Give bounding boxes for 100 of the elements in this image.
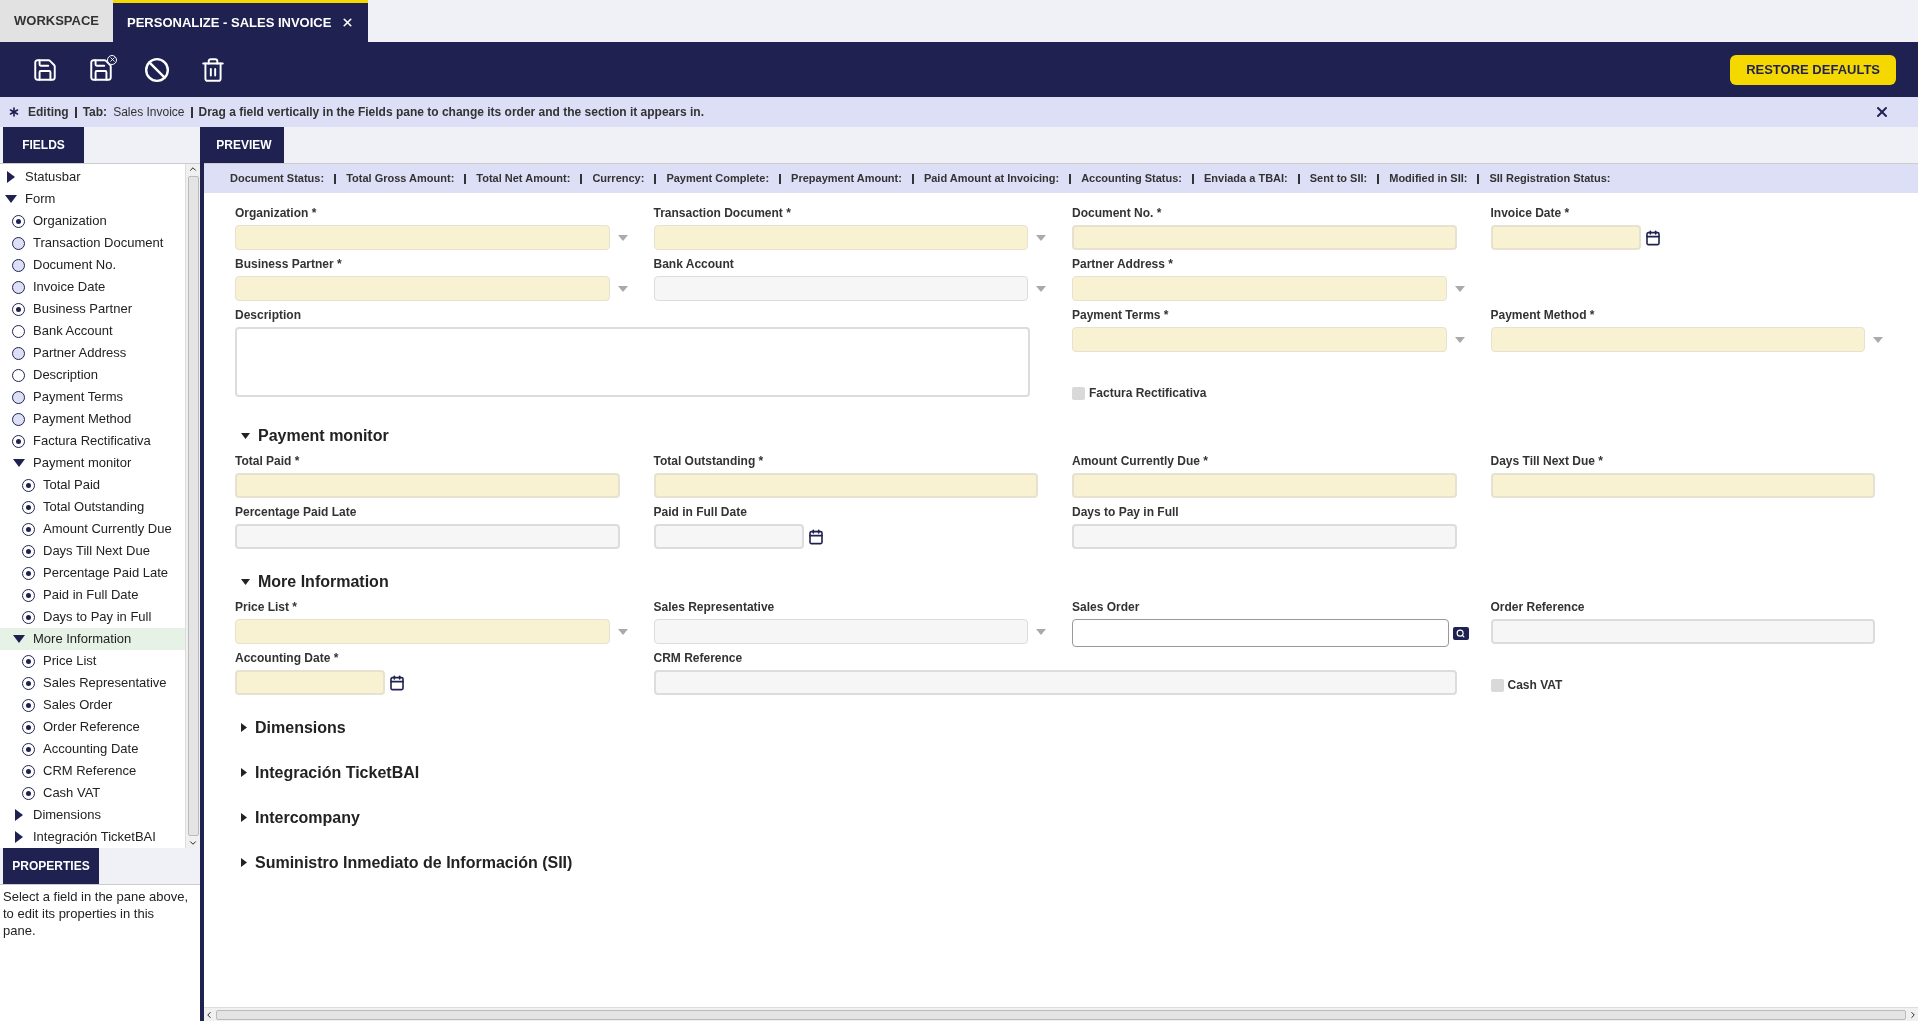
text-field[interactable] [653,473,1038,498]
horizontal-scrollbar[interactable] [204,1007,1918,1021]
tree-item[interactable]: Paid in Full Date [0,584,185,606]
caret-right-icon[interactable] [241,768,247,777]
tree-item[interactable]: Bank Account [0,320,185,342]
dropdown-arrow-icon[interactable] [617,234,628,241]
caret-right-icon[interactable] [6,171,15,183]
caret-down-icon[interactable] [241,432,250,439]
combo-field[interactable] [653,276,1028,301]
dropdown-arrow-icon[interactable] [1873,336,1883,343]
tree-item[interactable]: Payment Terms [0,386,185,408]
tree-item[interactable]: Partner Address [0,342,185,364]
tree-item[interactable]: More Information [0,628,185,650]
save-icon[interactable] [32,56,58,83]
section-header[interactable]: Dimensions [235,710,1887,745]
combo-field[interactable] [653,619,1028,644]
scroll-down-icon[interactable] [188,838,198,848]
caret-down-icon[interactable] [12,635,25,643]
dropdown-arrow-icon[interactable] [617,628,628,635]
text-field[interactable] [235,473,620,498]
pane-tab[interactable]: PREVIEW [204,127,284,163]
search-button[interactable] [1452,626,1469,640]
caret-right-icon[interactable] [241,813,247,822]
caret-down-icon[interactable] [241,578,250,585]
tree-item[interactable]: Amount Currently Due [0,518,185,540]
caret-right-icon[interactable] [241,723,247,732]
combo-field[interactable] [1072,276,1447,301]
dropdown-arrow-icon[interactable] [1036,628,1046,635]
tree-item[interactable]: Description [0,364,185,386]
search-field[interactable] [1072,619,1449,647]
section-header[interactable]: More Information [235,564,1887,599]
text-field[interactable] [1072,473,1457,498]
pane-tab[interactable]: FIELDS [3,127,84,163]
window-tab[interactable]: WORKSPACE [0,0,113,42]
tree-item[interactable]: CRM Reference [0,760,185,782]
tree-item[interactable]: Sales Representative [0,672,185,694]
checkbox[interactable] [1072,386,1085,400]
date-field[interactable] [653,524,804,549]
section-header[interactable]: Integración TicketBAI [235,755,1887,790]
dropdown-arrow-icon[interactable] [1454,285,1465,292]
text-field[interactable] [1072,524,1457,549]
tree-item[interactable]: Order Reference [0,716,185,738]
tree-item[interactable]: Factura Rectificativa [0,430,185,452]
tree-item[interactable]: Form [0,188,185,210]
combo-field[interactable] [235,276,610,301]
tree-item[interactable]: Days Till Next Due [0,540,185,562]
calendar-icon[interactable] [1644,229,1661,246]
caret-down-icon[interactable] [4,195,17,203]
section-header[interactable]: Payment monitor [235,418,1887,453]
tree-item[interactable]: Invoice Date [0,276,185,298]
tree-item[interactable]: Cash VAT [0,782,185,804]
tree-item[interactable]: Price List [0,650,185,672]
tree-item[interactable]: Payment monitor [0,452,185,474]
window-tab[interactable]: PERSONALIZE - SALES INVOICE [113,0,369,42]
tree-item[interactable]: Business Partner [0,298,185,320]
calendar-icon[interactable] [807,528,824,545]
tree-item[interactable]: Total Outstanding [0,496,185,518]
dropdown-arrow-icon[interactable] [1036,234,1046,241]
scroll-up-icon[interactable] [188,164,198,174]
save-close-icon[interactable] [88,56,114,83]
description-field[interactable] [235,327,1030,397]
close-icon[interactable] [1874,104,1890,120]
vertical-scrollbar[interactable] [185,164,200,848]
text-field[interactable] [235,524,620,549]
caret-right-icon[interactable] [241,858,247,867]
tree-item[interactable]: Total Paid [0,474,185,496]
tree-item[interactable]: Accounting Date [0,738,185,760]
scroll-left-icon[interactable] [204,1009,214,1020]
tree-item[interactable]: Statusbar [0,166,185,188]
tree-item[interactable]: Percentage Paid Late [0,562,185,584]
caret-down-icon[interactable] [12,459,25,467]
text-field[interactable] [1490,619,1875,644]
section-header[interactable]: Intercompany [235,800,1887,835]
pane-tab[interactable]: PROPERTIES [3,848,99,884]
tree-item[interactable]: Payment Method [0,408,185,430]
section-header[interactable]: Suministro Inmediato de Información (SII) [235,845,1887,880]
scroll-right-icon[interactable] [1908,1009,1918,1020]
restore-defaults-button[interactable]: RESTORE DEFAULTS [1730,54,1896,85]
date-field[interactable] [1490,225,1641,250]
tree-item[interactable]: Document No. [0,254,185,276]
dropdown-arrow-icon[interactable] [617,285,628,292]
combo-field[interactable] [1490,327,1865,352]
tree-item[interactable]: Organization [0,210,185,232]
caret-right-icon[interactable] [14,809,23,821]
dropdown-arrow-icon[interactable] [1454,336,1465,343]
text-field[interactable] [1490,473,1875,498]
tree-item[interactable]: Transaction Document [0,232,185,254]
combo-field[interactable] [235,225,610,250]
cancel-icon[interactable] [144,56,170,83]
caret-right-icon[interactable] [14,831,23,843]
combo-field[interactable] [235,619,610,644]
delete-icon[interactable] [200,56,226,83]
calendar-icon[interactable] [389,674,405,691]
tree-item[interactable]: Dimensions [0,804,185,826]
combo-field[interactable] [653,225,1028,250]
checkbox[interactable] [1490,678,1504,692]
tree-item[interactable]: Integración TicketBAI [0,826,185,848]
text-field[interactable] [1072,225,1457,250]
date-field[interactable] [235,670,385,695]
combo-field[interactable] [1072,327,1447,352]
